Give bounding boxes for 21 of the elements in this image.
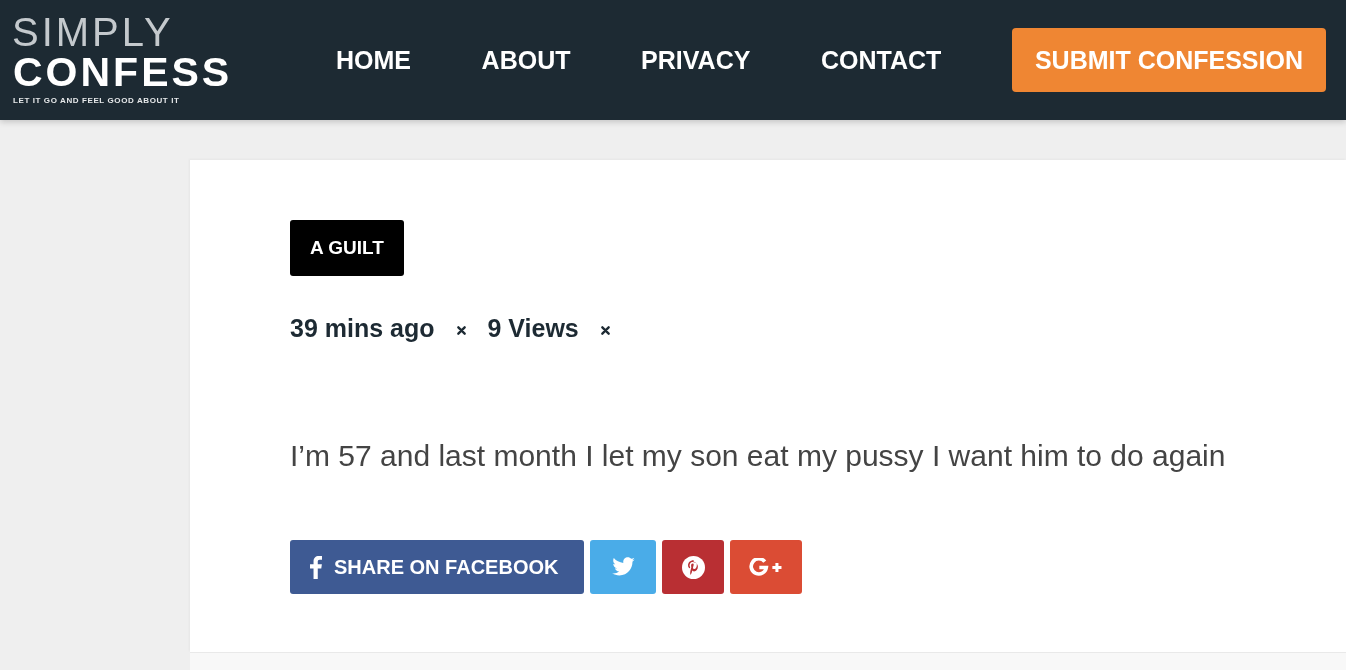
- nav-link[interactable]: CONTACT: [821, 45, 942, 75]
- share-button[interactable]: [730, 540, 802, 594]
- meta-text: 39 mins ago: [290, 313, 435, 343]
- letter-f-icon: [310, 555, 322, 579]
- cross-icon: [600, 326, 610, 335]
- logo-small-word: SIMPLY: [12, 13, 174, 51]
- nav-link[interactable]: PRIVACY: [641, 45, 751, 75]
- logo-tagline: LET IT GO AND FEEL GOOD ABOUT IT: [13, 95, 180, 107]
- share-button[interactable]: [662, 540, 724, 594]
- share-button[interactable]: SHARE ON FACEBOOK: [290, 540, 584, 594]
- cross-icon: [456, 326, 466, 335]
- logo-large-word: CONFESS: [13, 51, 233, 93]
- category-tag[interactable]: A GUILT: [290, 220, 404, 276]
- meta-text: 9 Views: [487, 313, 579, 343]
- letter-p-circle-icon: [681, 555, 705, 579]
- share-button[interactable]: [590, 540, 656, 594]
- nav-link[interactable]: ABOUT: [481, 45, 571, 75]
- bird-icon: [611, 557, 635, 577]
- post-text: I’m 57 and last month I let my son eat my pussy I want him to do again: [290, 438, 1226, 474]
- g-plus-icon: [749, 557, 783, 577]
- nav-link[interactable]: HOME: [336, 45, 411, 75]
